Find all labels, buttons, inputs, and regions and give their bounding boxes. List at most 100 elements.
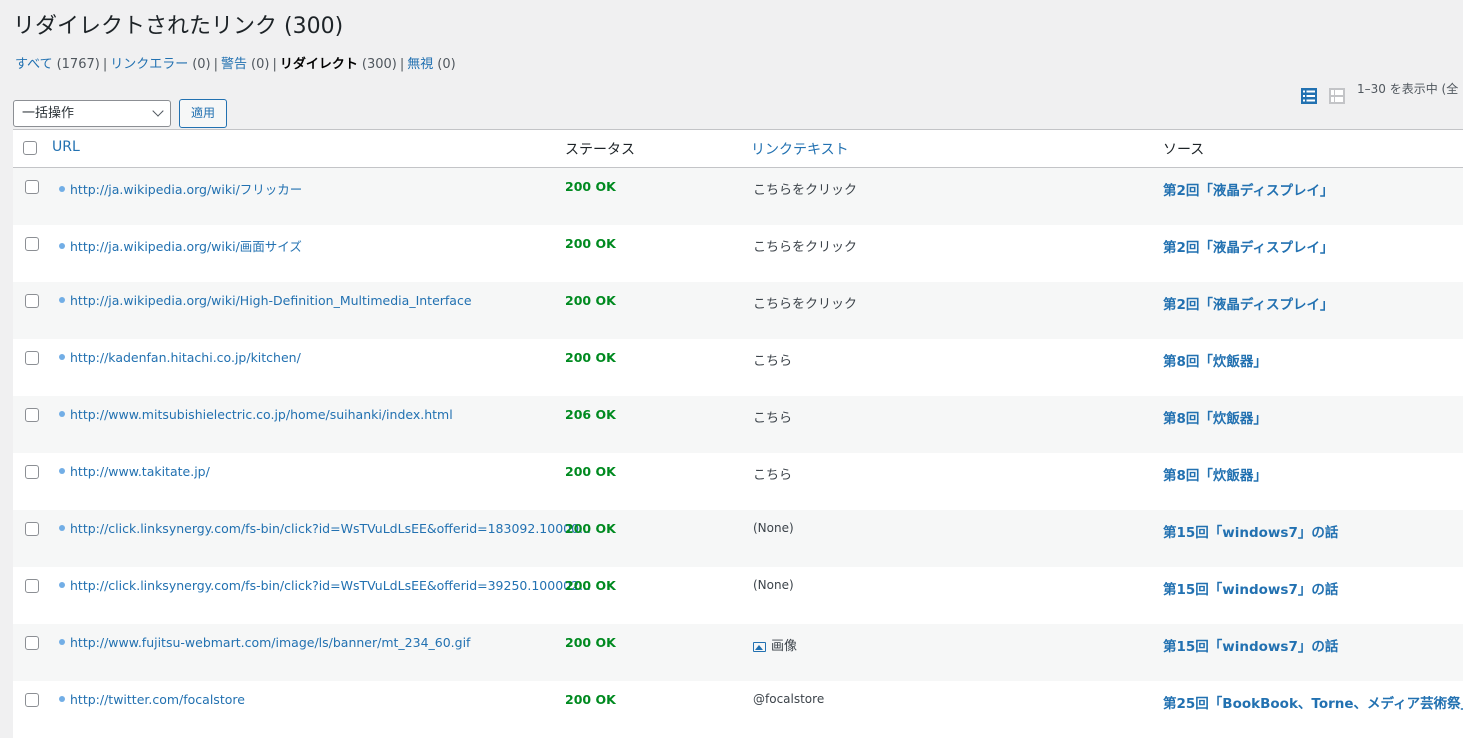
status-text: 200 OK xyxy=(565,521,616,536)
url-text: http://www.fujitsu-webmart.com/image/ls/… xyxy=(70,635,471,650)
filter-warnings-count: (0) xyxy=(251,57,270,72)
table-row: http://ja.wikipedia.org/wiki/High-Defini… xyxy=(13,282,1463,339)
link-status-dot-icon xyxy=(59,524,65,531)
filter-redirects[interactable]: リダイレクト xyxy=(280,57,358,72)
url-link[interactable]: http://ja.wikipedia.org/wiki/フリッカー xyxy=(59,179,302,198)
url-text: http://click.linksynergy.com/fs-bin/clic… xyxy=(70,578,591,593)
bulk-action-selected-label: 一括操作 xyxy=(22,106,75,121)
filter-broken-count: (0) xyxy=(192,57,211,72)
status-text: 200 OK xyxy=(565,236,616,251)
source-link[interactable]: 第25回「BookBook、Torne、メディア芸術祭」 xyxy=(1163,692,1463,712)
select-all-checkbox[interactable] xyxy=(23,141,37,155)
url-link[interactable]: http://www.takitate.jp/ xyxy=(59,464,210,479)
url-text: http://www.takitate.jp/ xyxy=(70,464,210,479)
link-text: (None) xyxy=(753,578,794,592)
url-link[interactable]: http://ja.wikipedia.org/wiki/画面サイズ xyxy=(59,236,302,255)
row-checkbox[interactable] xyxy=(25,579,39,593)
link-status-dot-icon xyxy=(59,695,65,702)
url-link[interactable]: http://www.mitsubishielectric.co.jp/home… xyxy=(59,407,453,422)
status-filter-links: すべて (1767) | リンクエラー (0) | 警告 (0) | リダイレクト (300) | 無視… xyxy=(15,53,456,72)
link-text: こちらをクリック xyxy=(753,297,858,312)
filter-separator: | xyxy=(399,57,405,72)
url-link[interactable]: http://click.linksynergy.com/fs-bin/clic… xyxy=(59,521,591,536)
link-text-image: 画像 xyxy=(753,635,797,654)
table-row: http://www.mitsubishielectric.co.jp/home… xyxy=(13,396,1463,453)
filter-dismissed[interactable]: 無視 xyxy=(407,57,433,72)
link-status-dot-icon xyxy=(59,467,65,474)
link-status-dot-icon xyxy=(59,242,65,249)
column-header-status: ステータス xyxy=(565,142,635,158)
row-checkbox[interactable] xyxy=(25,294,39,308)
row-checkbox[interactable] xyxy=(25,636,39,650)
url-text: http://twitter.com/focalstore xyxy=(70,692,245,707)
link-text: こちらをクリック xyxy=(753,240,858,255)
links-table: URL ステータス リンクテキスト ソース http://ja.wikipedi… xyxy=(13,129,1463,738)
source-link[interactable]: 第2回「液晶ディスプレイ」 xyxy=(1163,236,1333,256)
table-row: http://ja.wikipedia.org/wiki/フリッカー 200 O… xyxy=(13,168,1463,225)
url-link[interactable]: http://kadenfan.hitachi.co.jp/kitchen/ xyxy=(59,350,301,365)
filter-separator: | xyxy=(102,57,108,72)
link-status-dot-icon xyxy=(59,410,65,417)
table-row: http://twitter.com/focalstore 200 OK @fo… xyxy=(13,681,1463,738)
url-text: http://kadenfan.hitachi.co.jp/kitchen/ xyxy=(70,350,301,365)
filter-warnings[interactable]: 警告 xyxy=(221,57,247,72)
bulk-action-select[interactable]: 一括操作 xyxy=(13,100,171,127)
status-text: 200 OK xyxy=(565,578,616,593)
table-row: http://click.linksynergy.com/fs-bin/clic… xyxy=(13,510,1463,567)
column-header-link-text[interactable]: リンクテキスト xyxy=(751,139,849,159)
apply-button[interactable]: 適用 xyxy=(179,99,227,128)
row-checkbox[interactable] xyxy=(25,693,39,707)
url-link[interactable]: http://click.linksynergy.com/fs-bin/clic… xyxy=(59,578,591,593)
source-link[interactable]: 第15回「windows7」の話 xyxy=(1163,635,1338,655)
url-link[interactable]: http://www.fujitsu-webmart.com/image/ls/… xyxy=(59,635,470,650)
link-status-dot-icon xyxy=(59,638,65,645)
row-checkbox[interactable] xyxy=(25,237,39,251)
filter-redirects-count: (300) xyxy=(361,57,397,72)
link-text: 画像 xyxy=(771,639,798,654)
table-header: URL ステータス リンクテキスト ソース xyxy=(13,130,1463,168)
link-status-dot-icon xyxy=(59,296,65,303)
table-row: http://kadenfan.hitachi.co.jp/kitchen/ 2… xyxy=(13,339,1463,396)
url-link[interactable]: http://twitter.com/focalstore xyxy=(59,692,245,707)
table-row: http://ja.wikipedia.org/wiki/画面サイズ 200 O… xyxy=(13,225,1463,282)
image-icon xyxy=(753,641,766,652)
row-checkbox[interactable] xyxy=(25,465,39,479)
url-text: http://ja.wikipedia.org/wiki/High-Defini… xyxy=(70,293,472,308)
url-text: http://click.linksynergy.com/fs-bin/clic… xyxy=(70,521,591,536)
column-header-url[interactable]: URL xyxy=(52,139,80,155)
pagination-info: 1–30 を表示中 (全 xyxy=(1357,82,1459,96)
filter-broken[interactable]: リンクエラー xyxy=(110,57,188,72)
url-link[interactable]: http://ja.wikipedia.org/wiki/High-Defini… xyxy=(59,293,472,308)
excerpt-view-icon[interactable] xyxy=(1328,87,1346,105)
filter-all[interactable]: すべて xyxy=(15,57,53,72)
source-link[interactable]: 第2回「液晶ディスプレイ」 xyxy=(1163,179,1333,199)
link-text: こちら xyxy=(753,354,793,369)
link-text: こちら xyxy=(753,411,793,426)
url-text: http://ja.wikipedia.org/wiki/画面サイズ xyxy=(70,239,302,254)
row-checkbox[interactable] xyxy=(25,408,39,422)
status-text: 200 OK xyxy=(565,464,616,479)
source-link[interactable]: 第8回「炊飯器」 xyxy=(1163,407,1267,427)
link-status-dot-icon xyxy=(59,581,65,588)
status-text: 200 OK xyxy=(565,293,616,308)
row-checkbox[interactable] xyxy=(25,351,39,365)
list-view-icon[interactable] xyxy=(1300,87,1318,105)
status-text: 200 OK xyxy=(565,635,616,650)
source-link[interactable]: 第8回「炊飯器」 xyxy=(1163,464,1267,484)
link-text: @focalstore xyxy=(753,692,825,706)
table-row: http://click.linksynergy.com/fs-bin/clic… xyxy=(13,567,1463,624)
source-link[interactable]: 第15回「windows7」の話 xyxy=(1163,521,1338,541)
source-link[interactable]: 第2回「液晶ディスプレイ」 xyxy=(1163,293,1333,313)
link-status-dot-icon xyxy=(59,185,65,192)
link-text: (None) xyxy=(753,521,794,535)
source-link[interactable]: 第8回「炊飯器」 xyxy=(1163,350,1267,370)
status-text: 200 OK xyxy=(565,692,616,707)
status-text: 200 OK xyxy=(565,350,616,365)
chevron-down-icon xyxy=(152,105,164,117)
filter-dismissed-count: (0) xyxy=(437,57,456,72)
source-link[interactable]: 第15回「windows7」の話 xyxy=(1163,578,1338,598)
filter-all-count: (1767) xyxy=(56,57,100,72)
row-checkbox[interactable] xyxy=(25,522,39,536)
row-checkbox[interactable] xyxy=(25,180,39,194)
status-text: 200 OK xyxy=(565,179,616,194)
